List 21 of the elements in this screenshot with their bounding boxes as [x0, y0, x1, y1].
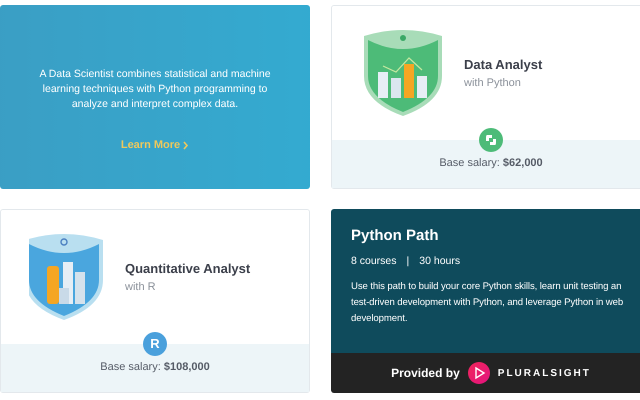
career-card[interactable]: Data Analyst with Python Base salary: $62,000	[331, 5, 640, 189]
card-subtitle: with R	[125, 280, 157, 294]
career-card[interactable]: Quantitative Analyst with R R Base salary: $108,000	[0, 209, 310, 393]
path-description: Use this path to build your core Python skills, learn unit testing an test-driven development with Python, and leverage Python in web development.	[351, 280, 624, 326]
course-count: 8 courses	[351, 254, 397, 268]
meta-separator: |	[406, 254, 410, 268]
card-subtitle: with Python	[464, 76, 522, 90]
path-card[interactable]	[331, 209, 640, 393]
python-badge-icon	[479, 128, 503, 152]
card-description: A Data Scientist combines statistical and machine learning techniques with Python programming to analyze and interpret complex data.	[39, 67, 271, 112]
brand-name: PLURALSIGHT	[498, 366, 591, 380]
duration-text: 30 hours	[419, 254, 460, 268]
chevron-icon	[182, 140, 190, 150]
r-badge-icon: R	[143, 332, 167, 356]
salary-text: Base salary: $62,000	[439, 156, 543, 171]
provided-by-text: Provided by	[391, 365, 460, 382]
card-title: Data Analyst	[464, 56, 542, 74]
brand-logo-icon	[468, 362, 490, 384]
card-title: Quantitative Analyst	[125, 260, 250, 278]
path-title: Python Path	[351, 226, 440, 246]
salary-text: Base salary: $108,000	[100, 360, 210, 375]
